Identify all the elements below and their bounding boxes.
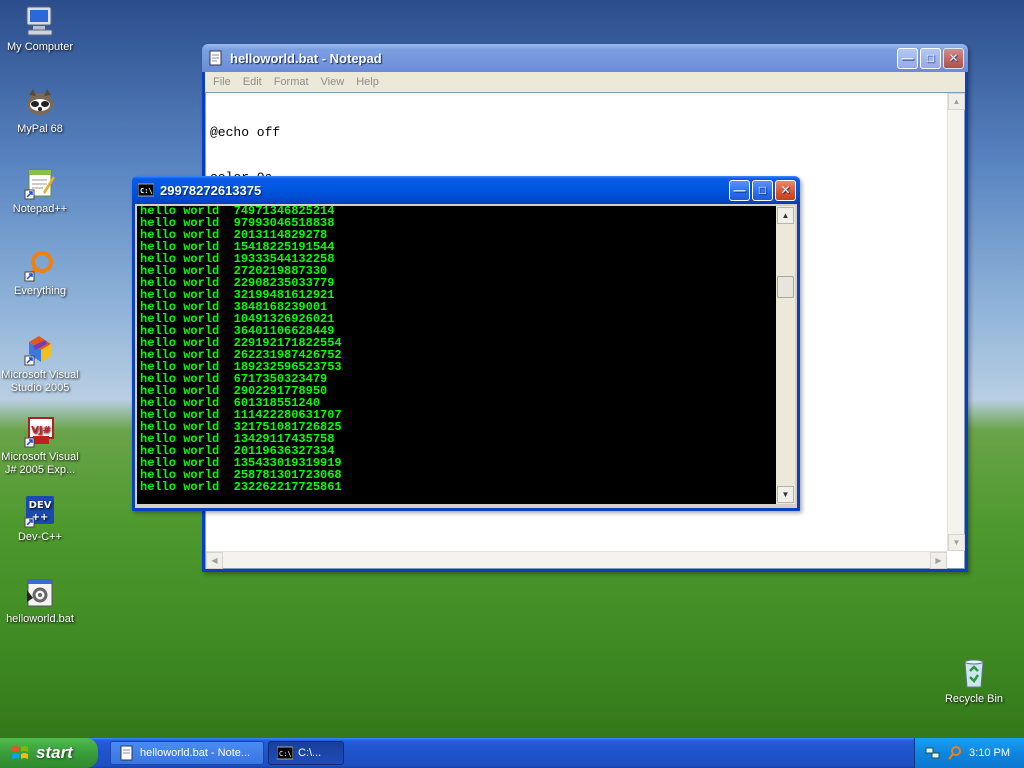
console-window[interactable]: C:\ 29978272613375 — □ ✕ hello world 749… [132,176,800,511]
close-button[interactable]: ✕ [943,47,964,69]
scroll-thumb[interactable] [777,276,794,298]
desktop-icon-label: Notepad++ [12,203,68,215]
desktop-icon-notepadpp[interactable]: Notepad++ [0,166,80,216]
start-button[interactable]: start [0,738,98,768]
taskbar: start helloworld.bat - Note... C:\ C:\..… [0,738,1024,768]
close-icon: ✕ [948,51,959,65]
console-icon: C:\ [277,746,293,760]
code-line: @echo off [210,125,281,140]
menu-edit[interactable]: Edit [237,76,268,88]
raccoon-browser-icon [23,86,57,120]
desktop-icon-label: Everything [14,285,66,297]
menu-file[interactable]: File [207,76,237,88]
console-title: 29978272613375 [160,182,262,198]
menu-help[interactable]: Help [350,76,385,88]
scroll-up-button[interactable]: ▲ [948,93,965,110]
svg-text:C:\: C:\ [140,187,153,195]
desktop-icon-my-computer[interactable]: My Computer [0,4,80,54]
scroll-right-button[interactable]: ▶ [930,552,947,569]
desktop-icon-mypal[interactable]: MyPal 68 [0,86,80,136]
arrow-up-icon: ▲ [952,97,961,106]
minimize-icon: — [901,51,914,65]
notepad-menubar: File Edit Format View Help [205,72,965,92]
minimize-icon: — [733,183,746,197]
notepad-vertical-scrollbar[interactable]: ▲ ▼ [947,93,965,551]
maximize-icon: □ [758,183,767,197]
notepad-title: helloworld.bat - Notepad [230,50,382,66]
scroll-down-button[interactable]: ▼ [948,534,965,551]
windows-logo-icon [12,746,28,759]
desktop-icon-recycle-bin[interactable]: Recycle Bin [934,656,1014,706]
desktop-icon-label: MyPal 68 [17,123,63,135]
desktop-icon-visual-jsharp[interactable]: VJ# Microsoft Visual J# 2005 Exp... [0,414,80,477]
arrow-left-icon: ◀ [211,556,218,565]
desktop-icon-label: My Computer [6,41,74,53]
desktop-icon-label: Dev-C++ [17,531,63,543]
taskbar-button-notepad[interactable]: helloworld.bat - Note... [110,741,264,765]
scroll-down-button[interactable]: ▼ [777,486,794,503]
arrow-right-icon: ▶ [935,556,942,565]
console-output[interactable]: hello world 74971346825214 hello world 97… [137,206,776,504]
devcpp-icon: DEV ++ [23,494,57,528]
maximize-icon: □ [926,51,935,65]
notepad-icon [120,745,133,761]
minimize-button[interactable]: — [897,47,918,69]
notepad-titlebar[interactable]: helloworld.bat - Notepad — □ ✕ [202,44,968,72]
notepadpp-icon [23,166,57,200]
menu-view[interactable]: View [315,76,351,88]
close-button[interactable]: ✕ [775,179,796,201]
minimize-button[interactable]: — [729,179,750,201]
visual-jsharp-icon: VJ# [23,414,57,448]
start-label: start [36,743,73,762]
arrow-down-icon: ▼ [781,490,790,499]
menu-format[interactable]: Format [268,76,315,88]
desktop-icon-label: helloworld.bat [6,613,74,625]
taskbar-button-label: helloworld.bat - Note... [140,747,251,759]
search-ring-icon [23,248,57,282]
console-line: hello world 232262217725861 [140,480,342,494]
scroll-up-button[interactable]: ▲ [777,207,794,224]
computer-icon [23,4,57,38]
console-vertical-scrollbar[interactable]: ▲ ▼ [776,206,795,504]
scroll-left-button[interactable]: ◀ [206,552,223,569]
console-titlebar[interactable]: C:\ 29978272613375 — □ ✕ [132,176,800,204]
desktop-icon-everything[interactable]: Everything [0,248,80,298]
notepad-icon [209,50,222,66]
notepad-horizontal-scrollbar[interactable]: ◀ ▶ [206,551,947,569]
taskbar-button-console[interactable]: C:\ C:\... [268,741,344,765]
svg-text:C:\: C:\ [279,750,292,758]
console-icon: C:\ [138,183,154,197]
maximize-button[interactable]: □ [752,179,773,201]
search-icon[interactable] [947,745,963,761]
close-icon: ✕ [780,183,791,197]
recycle-bin-icon [957,656,991,690]
desktop-icon-devcpp[interactable]: DEV ++ Dev-C++ [0,494,80,544]
desktop-icon-label: Microsoft Visual J# 2005 Exp... [1,451,79,476]
arrow-down-icon: ▼ [952,538,961,547]
svg-text:VJ#: VJ# [31,425,51,436]
desktop-icon-label: Microsoft Visual Studio 2005 [1,369,79,394]
system-tray: 3:10 PM [914,738,1024,768]
network-icon[interactable] [925,745,941,761]
maximize-button[interactable]: □ [920,47,941,69]
arrow-up-icon: ▲ [781,211,790,220]
taskbar-button-label: C:\... [298,747,322,759]
batch-file-icon [23,576,57,610]
desktop-icon-helloworld-bat[interactable]: helloworld.bat [0,576,80,626]
desktop-icon-label: Recycle Bin [944,693,1004,705]
desktop-icon-visual-studio[interactable]: Microsoft Visual Studio 2005 [0,332,80,395]
visual-studio-icon [23,332,57,366]
svg-text:DEV: DEV [29,500,52,511]
clock[interactable]: 3:10 PM [969,747,1010,759]
